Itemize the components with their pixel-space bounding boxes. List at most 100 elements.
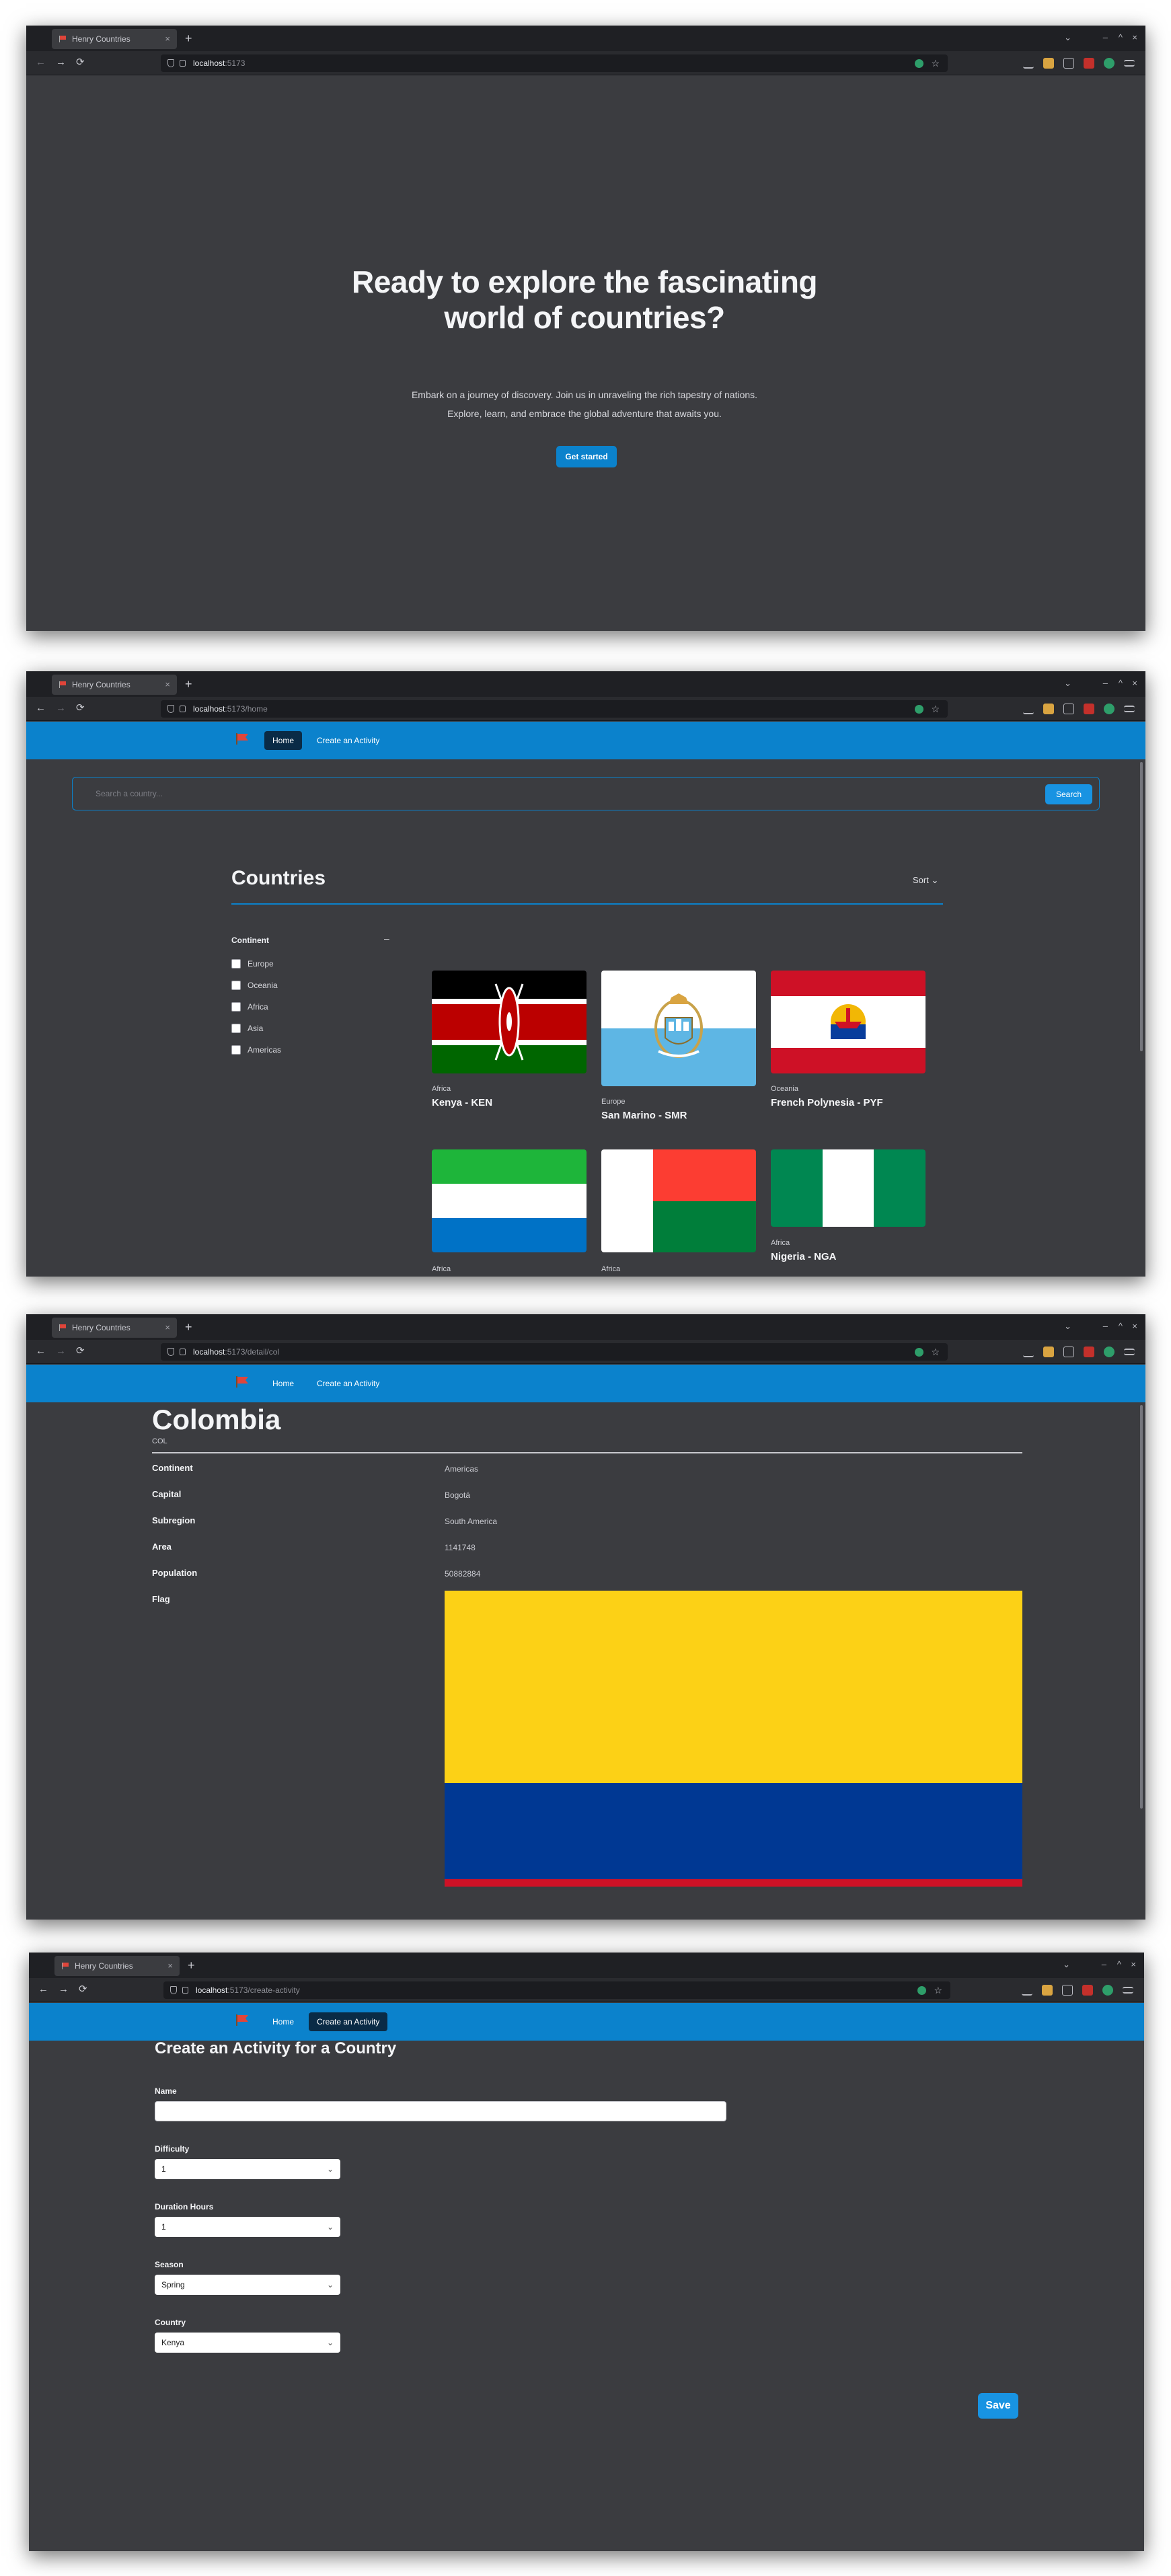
back-icon[interactable]: ← xyxy=(38,1983,48,1996)
reload-icon[interactable]: ⟳ xyxy=(76,702,85,714)
reload-icon[interactable]: ⟳ xyxy=(76,56,85,69)
maximize-icon[interactable]: ^ xyxy=(1119,678,1123,688)
extensions-icon[interactable] xyxy=(1063,58,1074,69)
bookmark-star-icon[interactable]: ☆ xyxy=(931,1343,940,1361)
checkbox[interactable] xyxy=(231,1024,241,1033)
bookmark-star-icon[interactable]: ☆ xyxy=(934,1981,942,1999)
minimize-icon[interactable]: – xyxy=(1103,678,1108,688)
checkbox[interactable] xyxy=(231,1045,241,1055)
download-icon[interactable] xyxy=(1023,58,1034,69)
duration-select[interactable]: 1 ⌄ xyxy=(155,2217,340,2237)
forward-icon[interactable]: → xyxy=(56,702,66,714)
flag-logo-icon[interactable] xyxy=(235,2014,250,2026)
extensions-icon[interactable] xyxy=(1063,704,1074,714)
reload-icon[interactable]: ⟳ xyxy=(79,1983,87,1996)
forward-icon[interactable]: → xyxy=(59,1983,69,1996)
filter-option[interactable]: Asia xyxy=(231,1023,263,1034)
menu-icon[interactable] xyxy=(1124,60,1135,67)
reload-icon[interactable]: ⟳ xyxy=(76,1345,85,1357)
tab-list-icon[interactable]: ⌄ xyxy=(1064,678,1071,689)
tab-list-icon[interactable]: ⌄ xyxy=(1064,1321,1071,1332)
get-started-button[interactable]: Get started xyxy=(556,446,617,467)
minimize-icon[interactable]: – xyxy=(1102,1959,1106,1969)
nav-home-link[interactable]: Home xyxy=(264,731,303,750)
flag-logo-icon[interactable] xyxy=(235,732,250,745)
account-icon[interactable] xyxy=(1104,1347,1115,1357)
extension-icon[interactable] xyxy=(1042,1985,1053,1996)
extension-icon[interactable] xyxy=(915,705,923,714)
address-field[interactable]: localhost:5173/detail/col ☆ xyxy=(161,1343,948,1361)
extension-icon[interactable] xyxy=(1043,1347,1054,1357)
sort-dropdown[interactable]: Sort ⌄ xyxy=(913,875,938,886)
menu-icon[interactable] xyxy=(1124,706,1135,712)
bookmark-star-icon[interactable]: ☆ xyxy=(931,54,940,72)
filter-option[interactable]: Oceania xyxy=(231,980,278,991)
nav-create-activity-link[interactable]: Create an Activity xyxy=(309,2012,388,2031)
menu-icon[interactable] xyxy=(1123,1987,1133,1994)
new-tab-icon[interactable]: + xyxy=(188,1957,195,1974)
tab-close-icon[interactable]: × xyxy=(165,1318,170,1338)
extension-icon[interactable] xyxy=(1043,58,1054,69)
new-tab-icon[interactable]: + xyxy=(185,675,192,693)
extension-icon[interactable] xyxy=(915,1348,923,1357)
nav-create-activity-link[interactable]: Create an Activity xyxy=(309,1374,387,1393)
adblock-icon[interactable] xyxy=(1084,1347,1094,1357)
download-icon[interactable] xyxy=(1022,1985,1032,1996)
country-select[interactable]: Kenya ⌄ xyxy=(155,2333,340,2353)
account-icon[interactable] xyxy=(1104,58,1115,69)
extension-icon[interactable] xyxy=(917,1986,926,1995)
browser-tab[interactable]: Henry Countries × xyxy=(52,29,177,49)
window-close-icon[interactable]: × xyxy=(1132,678,1137,688)
forward-icon[interactable]: → xyxy=(56,56,66,69)
extension-icon[interactable] xyxy=(915,59,923,68)
window-close-icon[interactable]: × xyxy=(1132,32,1137,42)
nav-create-activity-link[interactable]: Create an Activity xyxy=(309,731,387,750)
nav-home-link[interactable]: Home xyxy=(264,2012,302,2031)
address-field[interactable]: localhost:5173/home ☆ xyxy=(161,700,948,718)
checkbox[interactable] xyxy=(231,959,241,969)
back-icon[interactable]: ← xyxy=(36,1345,46,1357)
page-scrollbar[interactable] xyxy=(1140,1405,1143,1809)
browser-tab[interactable]: Henry Countries × xyxy=(52,675,177,695)
maximize-icon[interactable]: ^ xyxy=(1117,1959,1121,1969)
difficulty-select[interactable]: 1 ⌄ xyxy=(155,2159,340,2179)
new-tab-icon[interactable]: + xyxy=(185,1318,192,1336)
filter-option[interactable]: Europe xyxy=(231,958,274,969)
extensions-icon[interactable] xyxy=(1062,1985,1073,1996)
back-icon[interactable]: ← xyxy=(36,702,46,714)
address-field[interactable]: localhost:5173/create-activity ☆ xyxy=(163,1981,950,1999)
account-icon[interactable] xyxy=(1104,704,1115,714)
maximize-icon[interactable]: ^ xyxy=(1119,1321,1123,1331)
tab-close-icon[interactable]: × xyxy=(167,1956,173,1976)
minimize-icon[interactable]: – xyxy=(1103,32,1108,42)
new-tab-icon[interactable]: + xyxy=(185,30,192,47)
season-select[interactable]: Spring ⌄ xyxy=(155,2275,340,2295)
checkbox[interactable] xyxy=(231,981,241,990)
address-field[interactable]: localhost:5173 ☆ xyxy=(161,54,948,72)
filter-option[interactable]: Americas xyxy=(231,1045,281,1055)
forward-icon[interactable]: → xyxy=(56,1345,66,1357)
adblock-icon[interactable] xyxy=(1084,58,1094,69)
filter-option[interactable]: Africa xyxy=(231,1001,268,1012)
page-scrollbar[interactable] xyxy=(1140,762,1143,1051)
menu-icon[interactable] xyxy=(1124,1349,1135,1355)
tab-close-icon[interactable]: × xyxy=(165,29,170,49)
window-close-icon[interactable]: × xyxy=(1131,1959,1136,1969)
extensions-icon[interactable] xyxy=(1063,1347,1074,1357)
tab-list-icon[interactable]: ⌄ xyxy=(1064,32,1071,43)
save-button[interactable]: Save xyxy=(978,2393,1018,2419)
adblock-icon[interactable] xyxy=(1082,1985,1093,1996)
maximize-icon[interactable]: ^ xyxy=(1119,32,1123,42)
minimize-icon[interactable]: – xyxy=(1103,1321,1108,1331)
flag-logo-icon[interactable] xyxy=(235,1375,250,1388)
adblock-icon[interactable] xyxy=(1084,704,1094,714)
extension-icon[interactable] xyxy=(1043,704,1054,714)
search-button[interactable]: Search xyxy=(1045,784,1092,804)
browser-tab[interactable]: Henry Countries × xyxy=(54,1956,180,1976)
tab-close-icon[interactable]: × xyxy=(165,675,170,695)
checkbox[interactable] xyxy=(231,1002,241,1012)
tab-list-icon[interactable]: ⌄ xyxy=(1063,1959,1070,1970)
window-close-icon[interactable]: × xyxy=(1132,1321,1137,1331)
collapse-filter-icon[interactable]: – xyxy=(384,933,389,944)
account-icon[interactable] xyxy=(1102,1985,1113,1996)
